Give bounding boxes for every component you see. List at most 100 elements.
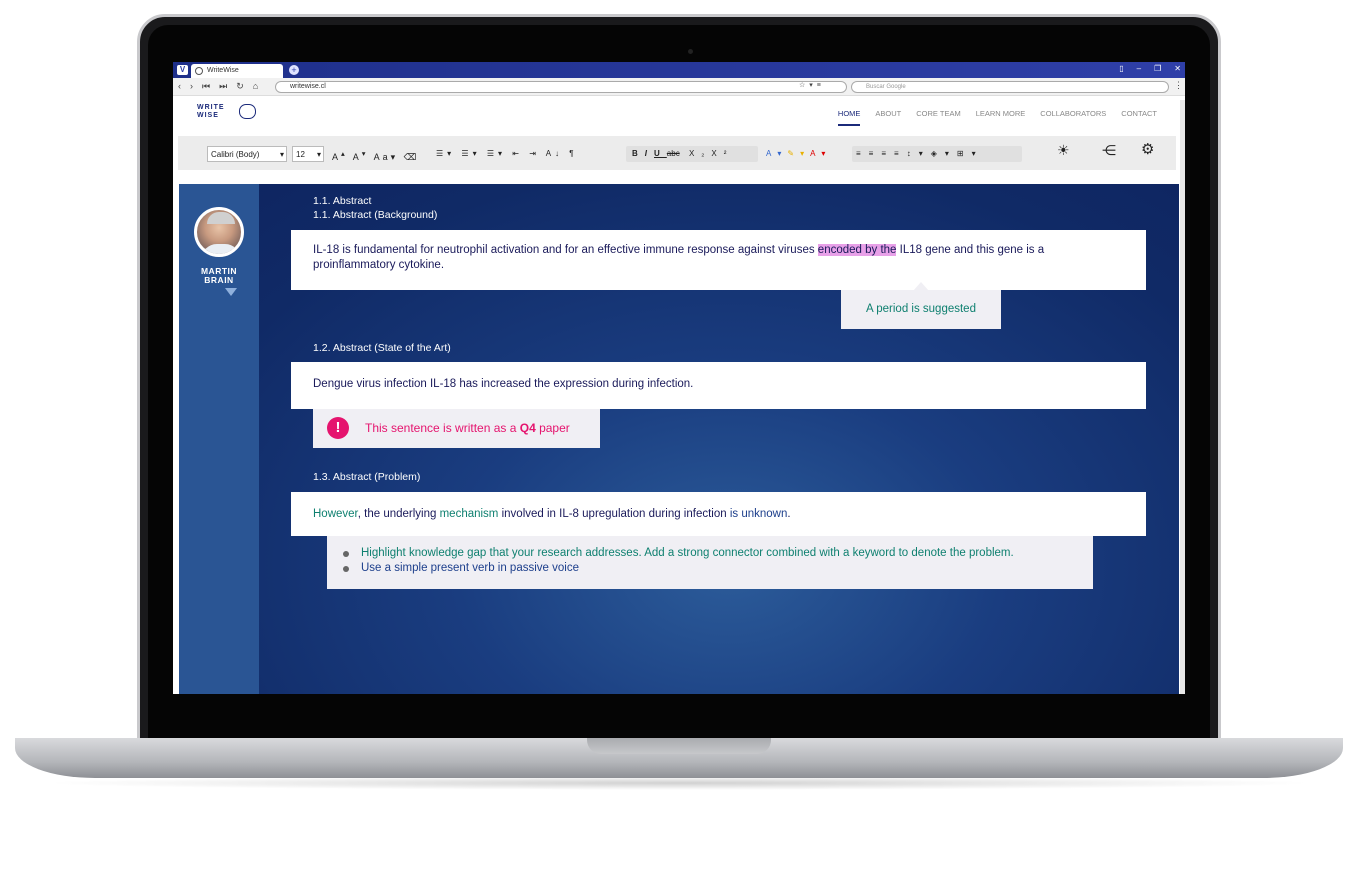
- browser-tabbar: V WriteWise + ▯ – ❐ ✕: [173, 62, 1185, 78]
- text-block-state-of-art[interactable]: Dengue virus infection IL-18 has increas…: [291, 362, 1146, 409]
- fastforward-icon[interactable]: ⏭: [219, 81, 227, 92]
- keyword-mechanism[interactable]: mechanism: [440, 508, 499, 520]
- search-input[interactable]: Buscar Google: [851, 81, 1169, 93]
- font-select[interactable]: Calibri (Body) ▾: [207, 146, 287, 162]
- laptop-notch: [587, 738, 771, 754]
- suggestion-tooltip: A period is suggested: [841, 290, 1001, 329]
- trash-icon[interactable]: ▯: [1119, 64, 1123, 73]
- site-logo[interactable]: WRITE WISE: [197, 104, 225, 120]
- restore-icon[interactable]: ❐: [1154, 64, 1161, 73]
- nav-collaborators[interactable]: COLLABORATORS: [1040, 109, 1106, 126]
- align-center-icon[interactable]: ≡: [869, 149, 882, 158]
- italic-icon[interactable]: I: [645, 149, 654, 158]
- section-subtitle: 1.1. Abstract (Background): [313, 209, 438, 221]
- close-icon[interactable]: ✕: [1174, 64, 1181, 73]
- text-style-tools: BIUabc X₂X²: [626, 146, 758, 162]
- bold-icon[interactable]: B: [632, 149, 645, 158]
- home-icon[interactable]: ⌂: [253, 81, 258, 92]
- align-left-icon[interactable]: ≡: [856, 149, 869, 158]
- list-tools[interactable]: ☰▾ ☰▾ ☰▾ ⇤ ⇥ A↓ ¶: [436, 146, 578, 162]
- text-effect-icon[interactable]: A▾: [766, 149, 787, 158]
- text-segment: .: [787, 508, 791, 520]
- minimize-icon[interactable]: –: [1137, 64, 1141, 73]
- nav-contact[interactable]: CONTACT: [1121, 109, 1157, 126]
- guidance-item: Highlight knowledge gap that your resear…: [343, 546, 1077, 561]
- borders-icon[interactable]: ⊞▾: [957, 149, 984, 158]
- user-menu-toggle-icon[interactable]: [225, 288, 237, 296]
- font-color-icon[interactable]: A▾: [810, 149, 831, 158]
- text-segment: , the underlying: [357, 508, 440, 520]
- bookmark-star-icon[interactable]: ☆: [799, 82, 809, 89]
- highlight-icon[interactable]: ✎▾: [787, 149, 810, 158]
- browser-tab[interactable]: WriteWise: [191, 64, 283, 78]
- warn-segment: paper: [535, 421, 570, 435]
- avatar[interactable]: [194, 207, 244, 257]
- nav-home[interactable]: HOME: [837, 109, 861, 126]
- globe-icon: [195, 67, 203, 75]
- address-bar: ‹ › ⏮ ⏭ ↻ ⌂ writewise.cl ☆▾≡ Buscar Goog…: [173, 78, 1185, 96]
- text-block-background[interactable]: IL-18 is fundamental for neutrophil acti…: [291, 230, 1146, 290]
- tab-title: WriteWise: [207, 67, 239, 74]
- reload-icon[interactable]: ↻: [236, 81, 244, 92]
- guidance-item: Use a simple present verb in passive voi…: [343, 561, 1077, 576]
- strikethrough-icon[interactable]: abc: [667, 149, 680, 158]
- justify-icon[interactable]: ≡: [894, 149, 907, 158]
- gear-icon[interactable]: ⚙: [1141, 142, 1154, 158]
- share-icon[interactable]: ⋲: [1102, 142, 1116, 158]
- user-sidebar: MARTIN BRAIN: [179, 184, 259, 694]
- text-block-problem[interactable]: However, the underlying mechanism involv…: [291, 492, 1146, 536]
- screen: V WriteWise + ▯ – ❐ ✕ ‹ › ⏮ ⏭ ↻ ⌂ writew…: [173, 62, 1185, 694]
- text-segment: involved in IL-8 upregulation during inf…: [498, 508, 730, 520]
- vivaldi-icon[interactable]: V: [177, 65, 188, 75]
- warn-rank: Q4: [519, 421, 536, 435]
- size-value: 12: [296, 150, 305, 159]
- rewind-icon[interactable]: ⏮: [202, 81, 210, 92]
- sort-icon[interactable]: A↓: [546, 149, 563, 158]
- keyword-verb[interactable]: is unknown: [730, 508, 788, 520]
- forward-icon[interactable]: ›: [190, 81, 193, 92]
- multilevel-list-icon[interactable]: ☰▾: [487, 149, 506, 158]
- text-case-icon[interactable]: Aa▾: [374, 152, 399, 162]
- section-title: 1.3. Abstract (Problem): [313, 471, 421, 483]
- section-title: 1.2. Abstract (State of the Art): [313, 342, 451, 354]
- align-tools: ≡≡≡≡↕▾◈▾⊞▾: [852, 146, 1022, 162]
- warning-text: This sentence is written as a Q4 paper: [365, 421, 570, 436]
- superscript-icon[interactable]: X²: [711, 149, 733, 158]
- nav-learn-more[interactable]: LEARN MORE: [976, 109, 1026, 126]
- bullet-list-icon[interactable]: ☰▾: [436, 149, 455, 158]
- number-list-icon[interactable]: ☰▾: [461, 149, 480, 158]
- url-field[interactable]: writewise.cl: [275, 81, 847, 93]
- pilcrow-icon[interactable]: ¶: [569, 149, 577, 158]
- user-name: MARTIN BRAIN: [179, 267, 259, 285]
- keyword-connector[interactable]: However: [313, 508, 358, 520]
- nav-core-team[interactable]: CORE TEAM: [916, 109, 960, 126]
- new-tab-icon[interactable]: +: [289, 65, 299, 75]
- menu-icon[interactable]: ⋮: [1174, 80, 1183, 91]
- indent-icon[interactable]: ⇥: [529, 149, 540, 158]
- logo-text-bottom: WISE: [197, 112, 219, 119]
- reader-icon[interactable]: ≡: [817, 82, 825, 89]
- align-right-icon[interactable]: ≡: [881, 149, 894, 158]
- site-nav: HOME ABOUT CORE TEAM LEARN MORE COLLABOR…: [837, 109, 1157, 126]
- url-actions: ☆▾≡: [799, 81, 825, 89]
- dropdown-icon[interactable]: ▾: [809, 82, 817, 89]
- scrollbar[interactable]: [1180, 100, 1185, 694]
- nav-about[interactable]: ABOUT: [875, 109, 901, 126]
- back-icon[interactable]: ‹: [178, 81, 181, 92]
- clear-format-icon[interactable]: ⌫: [404, 152, 420, 162]
- warn-segment: This sentence is written as a: [365, 421, 520, 435]
- font-size-tools[interactable]: A▴ A▾ Aa▾ ⌫: [332, 146, 419, 162]
- logo-text-top: WRITE: [197, 104, 225, 111]
- outdent-icon[interactable]: ⇤: [512, 149, 523, 158]
- subscript-icon[interactable]: X₂: [689, 149, 711, 158]
- line-spacing-icon[interactable]: ↕▾: [907, 149, 931, 158]
- highlighted-phrase[interactable]: encoded by the: [817, 244, 897, 256]
- user-last-name: BRAIN: [204, 275, 234, 285]
- shading-icon[interactable]: ◈▾: [931, 149, 957, 158]
- underline-icon[interactable]: U: [654, 149, 667, 158]
- nav-buttons: ‹ › ⏮ ⏭ ↻ ⌂: [178, 81, 258, 92]
- brain-icon: [239, 104, 256, 119]
- lightbulb-icon[interactable]: ☀: [1057, 142, 1070, 158]
- guidance-list: Highlight knowledge gap that your resear…: [343, 546, 1077, 576]
- size-select[interactable]: 12 ▾: [292, 146, 324, 162]
